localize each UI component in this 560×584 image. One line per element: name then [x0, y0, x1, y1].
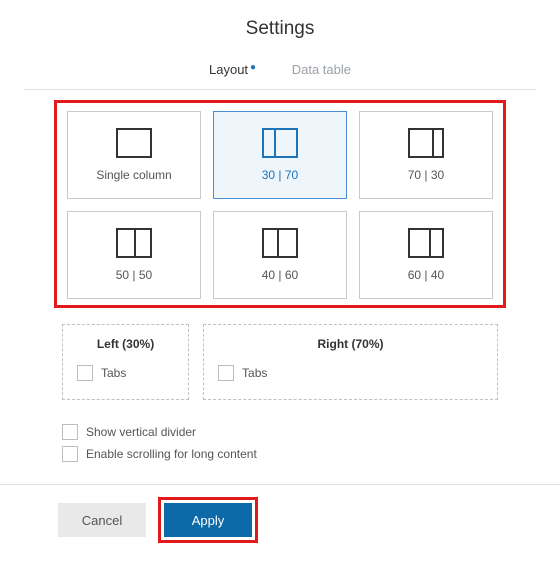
- panel-right-title: Right (70%): [218, 337, 483, 351]
- tab-bar: Layout● Data table: [24, 62, 536, 83]
- panel-right-tabs-checkbox[interactable]: Tabs: [218, 365, 483, 381]
- layout-preview-icon: [262, 128, 298, 158]
- tab-underline: [24, 89, 536, 90]
- layout-option-50-50[interactable]: 50 | 50: [67, 211, 201, 299]
- footer-divider: [0, 484, 560, 485]
- checkbox-icon: [77, 365, 93, 381]
- enable-scroll-label: Enable scrolling for long content: [86, 447, 257, 461]
- layout-option-label: 60 | 40: [408, 268, 444, 282]
- tab-data-table[interactable]: Data table: [292, 62, 351, 83]
- layout-option-label: 30 | 70: [262, 168, 298, 182]
- tab-modified-indicator-icon: ●: [250, 62, 256, 73]
- layout-option-label: 70 | 30: [408, 168, 444, 182]
- layout-option-30-70[interactable]: 30 | 70: [213, 111, 347, 199]
- column-panels: Left (30%) Tabs Right (70%) Tabs: [62, 324, 498, 400]
- apply-button-highlight: Apply: [158, 497, 258, 543]
- checkbox-icon: [218, 365, 234, 381]
- enable-scroll-checkbox[interactable]: Enable scrolling for long content: [62, 446, 498, 462]
- checkbox-icon: [62, 446, 78, 462]
- panel-right-tabs-label: Tabs: [242, 366, 267, 380]
- layout-option-70-30[interactable]: 70 | 30: [359, 111, 493, 199]
- tab-layout[interactable]: Layout●: [209, 62, 256, 83]
- checkbox-icon: [62, 424, 78, 440]
- show-divider-label: Show vertical divider: [86, 425, 196, 439]
- layout-preview-icon: [262, 228, 298, 258]
- layout-grid: Single column 30 | 70 70 | 30 50 | 50 40 | 6…: [67, 111, 493, 299]
- layout-preview-icon: [408, 128, 444, 158]
- layout-option-label: 50 | 50: [116, 268, 152, 282]
- panel-left-tabs-label: Tabs: [101, 366, 126, 380]
- layout-preview-icon: [408, 228, 444, 258]
- page-title: Settings: [24, 18, 536, 40]
- show-divider-checkbox[interactable]: Show vertical divider: [62, 424, 498, 440]
- layout-option-label: 40 | 60: [262, 268, 298, 282]
- options-section: Show vertical divider Enable scrolling f…: [62, 424, 498, 462]
- panel-left-title: Left (30%): [77, 337, 174, 351]
- layout-preview-icon: [116, 228, 152, 258]
- panel-left: Left (30%) Tabs: [62, 324, 189, 400]
- layout-option-40-60[interactable]: 40 | 60: [213, 211, 347, 299]
- layout-preview-icon: [116, 128, 152, 158]
- footer: Cancel Apply: [58, 497, 536, 543]
- layout-option-single[interactable]: Single column: [67, 111, 201, 199]
- layout-option-60-40[interactable]: 60 | 40: [359, 211, 493, 299]
- apply-button[interactable]: Apply: [164, 503, 252, 537]
- tab-layout-label: Layout: [209, 62, 248, 77]
- panel-right: Right (70%) Tabs: [203, 324, 498, 400]
- layout-option-label: Single column: [96, 168, 171, 182]
- layout-grid-highlight: Single column 30 | 70 70 | 30 50 | 50 40 | 6…: [54, 100, 506, 308]
- panel-left-tabs-checkbox[interactable]: Tabs: [77, 365, 174, 381]
- cancel-button[interactable]: Cancel: [58, 503, 146, 537]
